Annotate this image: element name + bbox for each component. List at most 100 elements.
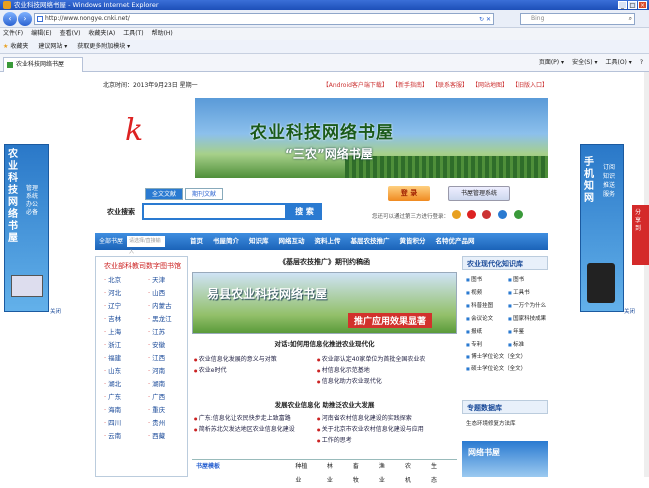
news-item[interactable]: 关于北京市农业农村信息化建设与应用 bbox=[317, 424, 457, 435]
knowledge-item-link[interactable]: 年鉴 bbox=[508, 326, 552, 338]
news-item[interactable]: 农业e时代 bbox=[194, 365, 314, 376]
region-link[interactable]: 贵州 bbox=[148, 418, 187, 429]
region-link[interactable]: 上海 bbox=[104, 327, 148, 338]
old-version-link[interactable]: 【旧版入口】 bbox=[512, 80, 548, 89]
tools-menu[interactable]: 工具(O) ▾ bbox=[605, 57, 631, 69]
region-link[interactable]: 广西 bbox=[148, 392, 187, 403]
tab-templates[interactable]: 书屋模板 bbox=[192, 460, 280, 473]
news-item[interactable]: 农业信息化发展的意义与对策 bbox=[194, 354, 314, 365]
qq-icon[interactable] bbox=[452, 210, 461, 219]
knowledge-item-link[interactable]: 国家科技成果 bbox=[508, 313, 552, 325]
android-link[interactable]: 【Android客户端下载】 bbox=[323, 80, 388, 89]
tab-machinery[interactable]: 农机 bbox=[405, 460, 416, 484]
tab-fulltext[interactable]: 全文文献 bbox=[145, 188, 184, 200]
network-bookhouse-ad[interactable]: 网络书屋 bbox=[462, 441, 548, 477]
right-float-ad[interactable]: 手机知网 订阅知识推送服务 bbox=[580, 144, 624, 312]
right-ad-close[interactable]: 关闭 bbox=[624, 307, 635, 315]
guide-link[interactable]: 【新手指南】 bbox=[392, 80, 428, 89]
close-button[interactable]: × bbox=[638, 1, 647, 9]
service-link[interactable]: 【联系客服】 bbox=[432, 80, 468, 89]
tab-nongye[interactable]: 农业科技网络书屋 bbox=[3, 57, 83, 72]
menu-tools[interactable]: 工具(T) bbox=[123, 28, 143, 40]
knowledge-item-link[interactable]: 视频 bbox=[466, 287, 508, 299]
site-search-input[interactable] bbox=[142, 203, 287, 220]
weibo-icon[interactable] bbox=[467, 210, 476, 219]
tab-forestry[interactable]: 林业 bbox=[327, 460, 338, 484]
region-link[interactable]: 重庆 bbox=[148, 405, 187, 416]
address-input[interactable]: http://www.nongye.cnki.net/ ↻ ✕ bbox=[34, 13, 494, 25]
region-link[interactable]: 湖北 bbox=[104, 379, 148, 390]
region-link[interactable]: 山西 bbox=[148, 288, 187, 299]
news-item-cont[interactable]: 村信息化示范基地 bbox=[317, 365, 457, 376]
region-link[interactable]: 广东 bbox=[104, 392, 148, 403]
masters-theses-link[interactable]: 硕士学位论文（全文） bbox=[466, 363, 548, 375]
nav-products[interactable]: 名特优产品网 bbox=[436, 233, 475, 250]
left-float-ad[interactable]: 农业科技网络书屋 管理系统办公必备 bbox=[4, 144, 49, 312]
nav-interaction[interactable]: 网络互动 bbox=[279, 233, 305, 250]
knowledge-item-link[interactable]: 工具书 bbox=[508, 287, 552, 299]
nav-upload[interactable]: 资料上传 bbox=[315, 233, 341, 250]
knowledge-item-link[interactable]: 报纸 bbox=[466, 326, 508, 338]
bing-search-input[interactable]: Bing ⌕ bbox=[520, 13, 635, 25]
nav-knowledge[interactable]: 知识库 bbox=[249, 233, 269, 250]
safety-menu[interactable]: 安全(S) ▾ bbox=[572, 57, 597, 69]
favorites-button[interactable]: ★ 收藏夹 bbox=[3, 40, 28, 53]
maximize-button[interactable]: □ bbox=[628, 1, 637, 9]
tab-journal[interactable]: 期刊文献 bbox=[185, 188, 224, 200]
suggested-sites[interactable]: 建议网站 ▾ bbox=[38, 40, 67, 53]
news-item[interactable]: 信息化助力农业现代化 bbox=[317, 376, 457, 387]
knowledge-item-link[interactable]: 专利 bbox=[466, 339, 508, 351]
forward-icon[interactable]: › bbox=[18, 12, 32, 26]
menu-file[interactable]: 文件(F) bbox=[3, 28, 23, 40]
region-link[interactable]: 福建 bbox=[104, 353, 148, 364]
baidu-icon[interactable] bbox=[498, 210, 507, 219]
back-icon[interactable]: ‹ bbox=[3, 12, 17, 26]
knowledge-item-link[interactable]: 一万个为什么 bbox=[508, 300, 552, 312]
search-icon[interactable]: ⌕ bbox=[629, 14, 632, 24]
renren-icon[interactable] bbox=[482, 210, 491, 219]
knowledge-item-link[interactable]: 标准 bbox=[508, 339, 552, 351]
knowledge-item-link[interactable]: 图书 bbox=[508, 274, 552, 286]
news-item[interactable]: 广东:信息化让农民快步走上致富路 bbox=[194, 413, 316, 424]
region-link[interactable]: 海南 bbox=[104, 405, 148, 416]
region-link[interactable]: 西藏 bbox=[148, 431, 187, 442]
region-link[interactable]: 云南 bbox=[104, 431, 148, 442]
nav-intro[interactable]: 书屋简介 bbox=[213, 233, 239, 250]
left-ad-close[interactable]: 关闭 bbox=[50, 307, 61, 315]
region-link[interactable]: 天津 bbox=[148, 275, 187, 286]
menu-help[interactable]: 帮助(H) bbox=[152, 28, 173, 40]
menu-view[interactable]: 查看(V) bbox=[60, 28, 81, 40]
tab-fishery[interactable]: 渔业 bbox=[379, 460, 390, 484]
news-item[interactable]: 简析苏北欠发达地区农业信息化建设 bbox=[194, 424, 316, 435]
news-item[interactable]: 农业部认定40家单位为首批全国农业农 bbox=[317, 354, 457, 365]
menu-favorites[interactable]: 收藏夹(A) bbox=[88, 28, 115, 40]
manage-system-button[interactable]: 书屋管理系统 bbox=[448, 186, 510, 201]
tab-livestock[interactable]: 畜牧 bbox=[353, 460, 364, 484]
knowledge-item-link[interactable]: 会议论文 bbox=[466, 313, 508, 325]
region-link[interactable]: 河南 bbox=[148, 366, 187, 377]
news-item[interactable]: 河南省农村信息化建设的实践探索 bbox=[317, 413, 457, 424]
tab-ecology[interactable]: 生态 bbox=[431, 460, 442, 484]
site-logo[interactable]: k bbox=[125, 113, 143, 148]
sitemap-link[interactable]: 【网站地图】 bbox=[472, 80, 508, 89]
region-link[interactable]: 浙江 bbox=[104, 340, 148, 351]
login-button[interactable]: 登 录 bbox=[388, 186, 430, 201]
news-item-cont[interactable]: 工作的思考 bbox=[317, 435, 457, 446]
knowledge-item-link[interactable]: 图书 bbox=[466, 274, 508, 286]
category-input[interactable]: 请选择/直接输入 bbox=[127, 236, 165, 255]
get-addons[interactable]: 获取更多附加模块 ▾ bbox=[77, 40, 130, 53]
nav-extension[interactable]: 基层农技推广 bbox=[351, 233, 390, 250]
region-link[interactable]: 吉林 bbox=[104, 314, 148, 325]
section-heading-2[interactable]: 发展农业信息化 助推泛农业大发展 bbox=[192, 399, 457, 409]
nav-points[interactable]: 黄皆积分 bbox=[400, 233, 426, 250]
region-link[interactable]: 内蒙古 bbox=[148, 301, 187, 312]
menu-edit[interactable]: 编辑(E) bbox=[31, 28, 51, 40]
minimize-button[interactable]: _ bbox=[618, 1, 627, 9]
refresh-icon[interactable]: ↻ ✕ bbox=[479, 15, 491, 25]
region-link[interactable]: 江苏 bbox=[148, 327, 187, 338]
region-link[interactable]: 辽宁 bbox=[104, 301, 148, 312]
doctoral-theses-link[interactable]: 博士学位论文（全文） bbox=[466, 351, 548, 363]
kaixin-icon[interactable] bbox=[514, 210, 523, 219]
region-link[interactable]: 四川 bbox=[104, 418, 148, 429]
ecology-db-link[interactable]: 生态环境修复方法库 bbox=[466, 419, 516, 427]
